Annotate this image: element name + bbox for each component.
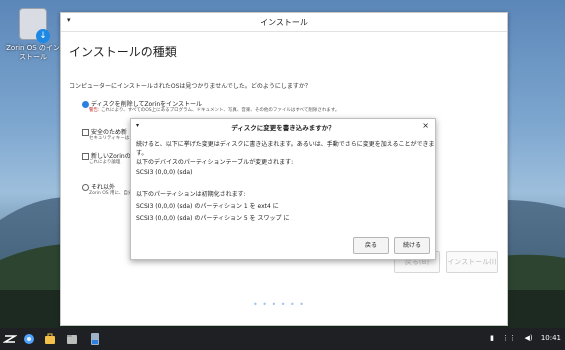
radio-selected-icon xyxy=(82,101,89,108)
option-description: 警告: これにより、すべてのOS上にあるプログラム、ドキュメント、写真、音楽、そ… xyxy=(89,108,340,113)
page-title: インストールの種類 xyxy=(69,45,177,59)
option-something-else[interactable]: それ以外 Zorin OS 用に、自分 xyxy=(82,182,132,196)
checkbox-icon xyxy=(82,129,89,136)
browser-icon[interactable] xyxy=(22,332,36,346)
dialog-continue-button[interactable]: 続ける xyxy=(394,237,430,254)
volume-icon[interactable]: ◀) xyxy=(524,334,532,342)
radio-icon xyxy=(82,184,89,191)
format-item: SCSI3 (0,0,0) (sda) のパーティション 5 を スワップ に xyxy=(136,215,290,222)
partition-table-device: SCSI3 (0,0,0) (sda) xyxy=(136,169,193,176)
zorin-menu-icon[interactable] xyxy=(3,332,17,346)
format-heading: 以下のパーティションは初期化されます: xyxy=(136,191,246,198)
write-changes-dialog: ▾ ディスクに変更を書き込みますか？ × 続けると、以下に挙げた変更はディスクに… xyxy=(130,118,436,260)
option-description: セキュリティキーは xyxy=(89,136,130,141)
clock[interactable]: 10:41 xyxy=(541,334,561,342)
option-description: これにより論理 xyxy=(89,160,121,165)
desktop-install-shortcut[interactable]: ↓ Zorin OS のインストール xyxy=(6,8,60,62)
download-badge-icon: ↓ xyxy=(36,29,50,43)
partition-table-section: 以下のデバイスのパーティションテーブルが変更されます: SCSI3 (0,0,0… xyxy=(136,157,426,179)
installer-icon: ↓ xyxy=(19,8,50,43)
option-lvm[interactable]: 新しいZorinの これにより論理 xyxy=(82,151,131,165)
partition-table-heading: 以下のデバイスのパーティションテーブルが変更されます: xyxy=(136,159,294,166)
installer-titlebar: ▾ インストール xyxy=(61,13,507,32)
battery-icon[interactable]: ▮ xyxy=(490,334,494,342)
install-question: コンピューターにインストールされたOSは見つかりませんでした。どのようにしますか… xyxy=(69,83,311,90)
progress-dots: • • • • • • xyxy=(253,300,306,309)
installer-taskbar-icon[interactable] xyxy=(88,332,102,346)
option-description: Zorin OS 用に、自分 xyxy=(89,191,133,196)
window-title: インストール xyxy=(260,18,308,27)
format-item: SCSI3 (0,0,0) (sda) のパーティション 1 を ext4 に xyxy=(136,203,279,210)
checkbox-icon xyxy=(82,153,89,160)
dialog-message: 続けると、以下に挙げた変更はディスクに書き込まれます。あるいは、手動でさらに変更… xyxy=(136,141,435,157)
install-now-button[interactable]: インストール(I) xyxy=(446,251,498,273)
taskbar: ▮ ⋮⋮ ◀) 10:41 xyxy=(0,328,565,350)
store-icon[interactable] xyxy=(43,332,57,346)
dialog-title: ディスクに変更を書き込みますか？ xyxy=(231,124,335,132)
option-encrypt[interactable]: 安全のため新 セキュリティキーは xyxy=(82,127,129,141)
system-tray: ▮ ⋮⋮ ◀) 10:41 xyxy=(490,334,561,342)
network-icon[interactable]: ⋮⋮ xyxy=(502,334,516,342)
desktop-icon-label: Zorin OS のインストール xyxy=(6,44,60,61)
close-icon[interactable]: × xyxy=(422,121,429,130)
dialog-titlebar: ▾ ディスクに変更を書き込みますか？ × xyxy=(131,119,435,133)
files-icon[interactable] xyxy=(65,332,79,346)
format-section: 以下のパーティションは初期化されます: SCSI3 (0,0,0) (sda) … xyxy=(136,189,426,225)
option-erase-disk[interactable]: ディスクを削除してZorinをインストール 警告: これにより、すべてのOS上に… xyxy=(82,99,339,113)
dialog-back-button[interactable]: 戻る xyxy=(353,237,389,254)
